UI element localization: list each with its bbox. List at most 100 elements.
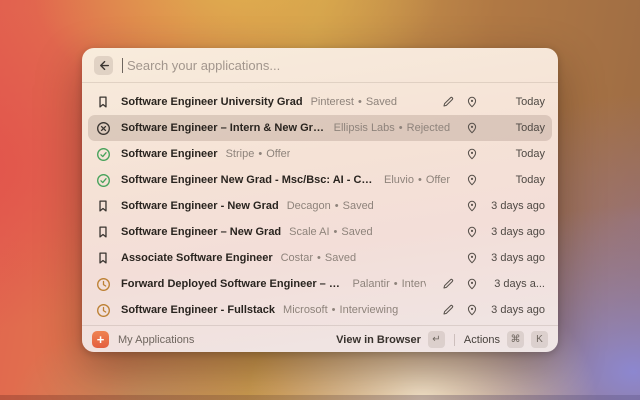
application-subtitle: Palantir•Interviewing xyxy=(352,278,426,290)
application-status: Offer xyxy=(425,174,450,186)
footer-actions: View in Browser ↵ Actions ⌘ K xyxy=(336,331,548,348)
offer-icon xyxy=(95,172,111,188)
list-item[interactable]: Software Engineer New Grad - Msc/Bsc: AI… xyxy=(88,167,552,193)
application-date: Today xyxy=(515,174,545,186)
view-in-browser-button[interactable]: View in Browser xyxy=(336,334,421,346)
dot-separator: • xyxy=(317,252,321,264)
application-title: Software Engineer New Grad - Msc/Bsc: AI… xyxy=(121,174,376,186)
application-subtitle: Stripe • Offer xyxy=(226,148,291,160)
application-date: Today xyxy=(515,122,545,134)
search-bar xyxy=(82,48,558,83)
applications-list: Software Engineer University Grad Pintere… xyxy=(82,83,558,325)
location-icon[interactable] xyxy=(465,303,480,318)
bookmark-icon xyxy=(95,94,111,110)
search-input[interactable] xyxy=(127,57,546,73)
application-status: Interviewing xyxy=(401,278,426,290)
list-item[interactable]: Software Engineer – New Grad Scale AI • Sav… xyxy=(88,219,552,245)
rejected-icon xyxy=(95,120,111,136)
launcher-window: Software Engineer University Grad Pintere… xyxy=(82,48,558,352)
k-key-badge: K xyxy=(531,331,548,348)
location-icon[interactable] xyxy=(465,251,480,266)
list-item[interactable]: Associate Software Engineer Costar • Saved 3… xyxy=(88,245,552,271)
application-date: 3 days ago xyxy=(491,226,545,238)
footer-bar: + My Applications View in Browser ↵ Acti… xyxy=(82,325,558,352)
company-name: Costar xyxy=(280,252,314,264)
application-status: Saved xyxy=(365,96,398,108)
list-item[interactable]: Software Engineer Stripe • Offer Today xyxy=(88,141,552,167)
bookmark-icon xyxy=(95,224,111,240)
text-caret xyxy=(122,57,123,73)
application-title: Associate Software Engineer xyxy=(121,252,273,264)
edit-icon[interactable] xyxy=(441,303,456,318)
pending-icon xyxy=(95,302,111,318)
bookmark-icon xyxy=(95,198,111,214)
arrow-left-icon xyxy=(100,60,109,70)
return-key-badge: ↵ xyxy=(427,331,445,348)
application-subtitle: Microsoft • Interviewing xyxy=(283,304,398,316)
application-subtitle: Decagon • Saved xyxy=(287,200,374,212)
wallpaper-bottom-edge xyxy=(0,395,640,400)
company-name: Microsoft xyxy=(283,304,328,316)
application-status: Saved xyxy=(342,200,374,212)
dot-separator: • xyxy=(258,148,263,160)
application-title: Software Engineer – New Grad xyxy=(121,226,282,238)
dot-separator: • xyxy=(417,174,422,186)
company-name: Eluvio xyxy=(384,174,414,186)
list-item[interactable]: Software Engineer University Grad Pintere… xyxy=(88,89,552,115)
offer-icon xyxy=(95,146,111,162)
company-name: Ellipsis Labs xyxy=(333,122,395,134)
application-date: 3 days ago xyxy=(491,200,545,212)
edit-icon[interactable] xyxy=(441,277,456,292)
location-icon[interactable] xyxy=(465,199,480,214)
list-item[interactable]: Software Engineer – Intern & New Grad Ell… xyxy=(88,115,552,141)
app-label: My Applications xyxy=(118,333,195,346)
pending-icon xyxy=(95,276,111,292)
application-date: 3 days ago xyxy=(491,304,545,316)
list-item[interactable]: Software Engineer - Fullstack Microsoft • I… xyxy=(88,297,552,323)
location-icon[interactable] xyxy=(465,147,480,162)
command-key-badge: ⌘ xyxy=(507,331,524,348)
footer-divider xyxy=(453,333,455,346)
location-icon[interactable] xyxy=(465,173,480,188)
application-title: Software Engineer xyxy=(121,148,218,160)
actions-button[interactable]: Actions xyxy=(464,334,500,346)
application-subtitle: Costar • Saved xyxy=(281,252,356,264)
application-title: Software Engineer University Grad xyxy=(121,96,303,108)
company-name: Pinterest xyxy=(310,96,354,108)
location-icon[interactable] xyxy=(465,225,480,240)
application-subtitle: Ellipsis Labs • Rejected xyxy=(334,122,450,134)
application-status: Saved xyxy=(324,252,357,264)
dot-separator: • xyxy=(334,200,339,212)
application-subtitle: Scale AI • Saved xyxy=(289,226,372,238)
application-date: 3 days a... xyxy=(494,278,545,290)
application-title: Forward Deployed Software Engineer – New… xyxy=(121,278,344,290)
application-status: Rejected xyxy=(406,122,450,134)
location-icon[interactable] xyxy=(465,121,480,136)
application-title: Software Engineer - New Grad xyxy=(121,200,279,212)
company-name: Stripe xyxy=(225,148,255,160)
back-button[interactable] xyxy=(94,55,113,75)
dot-separator: • xyxy=(333,226,338,238)
dot-separator: • xyxy=(398,122,403,134)
application-subtitle: Eluvio • Offer xyxy=(384,174,450,186)
dot-separator: • xyxy=(357,96,362,108)
application-date: Today xyxy=(515,148,545,160)
application-title: Software Engineer – Intern & New Grad xyxy=(121,122,326,134)
list-item[interactable]: Software Engineer - New Grad Decagon • Save… xyxy=(88,193,552,219)
application-date: Today xyxy=(515,96,545,108)
location-icon[interactable] xyxy=(465,277,480,292)
application-status: Offer xyxy=(266,148,291,160)
company-name: Palantir xyxy=(352,278,390,290)
edit-icon[interactable] xyxy=(441,95,456,110)
dot-separator: • xyxy=(331,304,336,316)
application-title: Software Engineer - Fullstack xyxy=(121,304,276,316)
application-subtitle: Pinterest • Saved xyxy=(311,96,397,108)
application-date: 3 days ago xyxy=(491,252,545,264)
application-status: Saved xyxy=(341,226,373,238)
list-item[interactable]: Forward Deployed Software Engineer – New… xyxy=(88,271,552,297)
company-name: Scale AI xyxy=(289,226,330,238)
dot-separator: • xyxy=(393,278,398,290)
add-application-icon: + xyxy=(92,331,109,348)
location-icon[interactable] xyxy=(465,95,480,110)
bookmark-icon xyxy=(95,250,111,266)
